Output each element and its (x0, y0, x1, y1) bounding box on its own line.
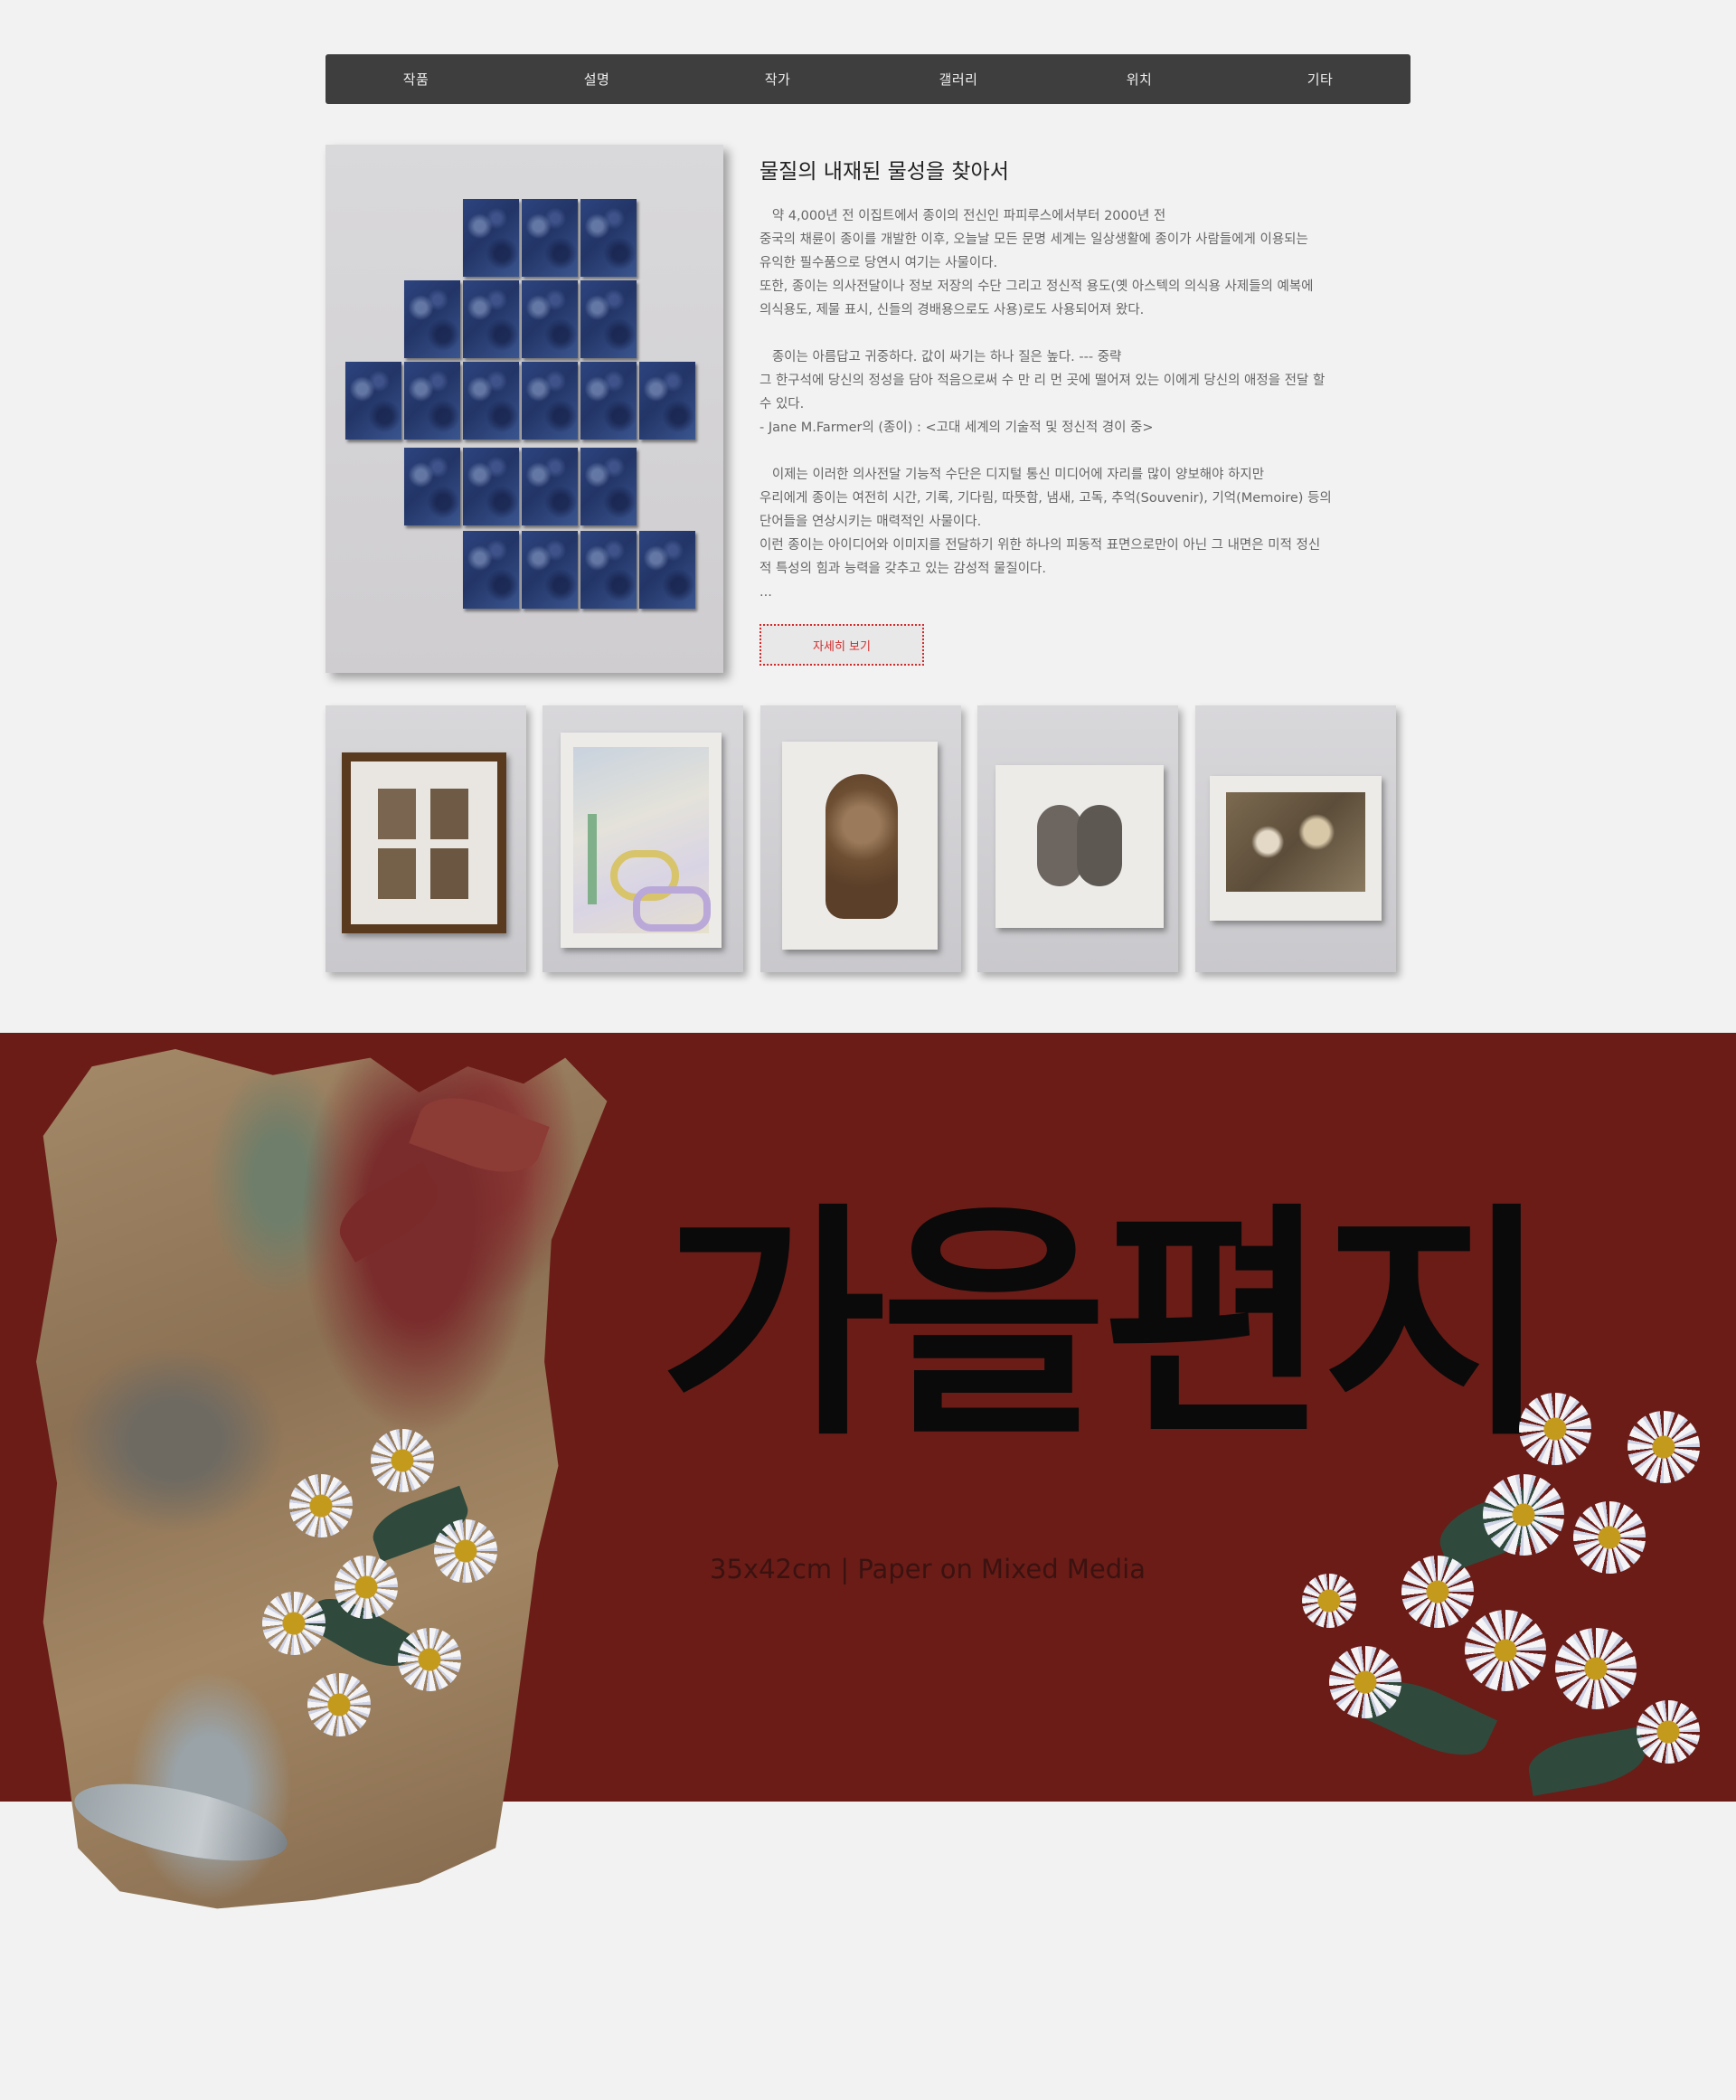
daisy-art (371, 1429, 434, 1492)
thumbnail-3[interactable] (760, 705, 961, 972)
artwork-tile (580, 362, 637, 440)
daisy-art (1637, 1700, 1700, 1764)
artwork-tile (580, 448, 637, 525)
description-line: 단어들을 연상시키는 매력적인 사물이다. (760, 515, 982, 529)
nav-item-gallery[interactable]: 갤러리 (868, 70, 1049, 89)
letter-art (588, 814, 597, 904)
feature-description: 약 4,000년 전 이집트에서 종이의 전신인 파피루스에서부터 2000년 … (760, 204, 1383, 604)
artwork-tile (404, 362, 460, 440)
thumbnail-4[interactable] (977, 705, 1178, 972)
description-line: 이제는 이러한 의사전달 기능적 수단은 디지털 통신 미디어에 자리를 많이 … (760, 468, 1265, 482)
maple-leaf-art (409, 1083, 550, 1187)
main-nav: 작품 설명 작가 갤러리 위치 기타 (326, 54, 1410, 104)
artwork-tile (580, 280, 637, 358)
description-line: 수 있다. (760, 397, 805, 411)
daisy-art (262, 1592, 326, 1655)
daisy-art (1555, 1628, 1637, 1709)
description-line: 그 한구석에 당신의 정성을 담아 적음으로써 수 만 리 먼 곳에 떨어져 있… (760, 374, 1326, 388)
banner-subtitle: 35x42cm | Paper on Mixed Media (710, 1554, 1146, 1584)
figure-art (1037, 805, 1082, 886)
letter-art (633, 886, 711, 932)
feature-title: 물질의 내재된 물성을 찾아서 (760, 160, 1009, 184)
artwork-tile (404, 448, 460, 525)
daisy-art (335, 1556, 398, 1619)
artwork-tile (463, 448, 519, 525)
canvas (1210, 776, 1382, 921)
canvas (782, 742, 938, 950)
description-line: - Jane M.Farmer의 (종이) : <고대 세계의 기술적 및 정신… (760, 421, 1154, 435)
daisy-art (1573, 1501, 1646, 1574)
daisy-art (1401, 1556, 1474, 1628)
description-line: 중국의 채륜이 종이를 개발한 이후, 오늘날 모든 문명 세계는 일상생활에 … (760, 232, 1308, 247)
description-line: 이런 종이는 아이디어와 이미지를 전달하기 위한 하나의 피동적 표면으로만이… (760, 538, 1321, 553)
description-line: 우리에게 종이는 여전히 시간, 기록, 기다림, 따뜻함, 냄새, 고독, 추… (760, 491, 1332, 506)
daisy-art (1329, 1646, 1401, 1718)
artwork-tile (522, 362, 578, 440)
artwork-tile (580, 531, 637, 609)
thumbnail-5[interactable] (1195, 705, 1396, 972)
description-line: 적 특성의 힘과 능력을 갖추고 있는 감성적 물질이다. (760, 562, 1047, 576)
nav-item-etc[interactable]: 기타 (1230, 70, 1410, 89)
daisy-art (289, 1474, 353, 1537)
description-line: 종이는 아름답고 귀중하다. 값이 싸기는 하나 질은 높다. --- 중략 (760, 350, 1122, 364)
daisy-art (398, 1628, 461, 1691)
canvas (561, 733, 722, 948)
nav-item-description[interactable]: 설명 (506, 70, 687, 89)
nav-item-works[interactable]: 작품 (326, 70, 506, 89)
panel-art (378, 789, 416, 839)
canvas (995, 765, 1164, 928)
fish-art (68, 1768, 294, 1877)
banner-flowers-artwork (1257, 1393, 1736, 1863)
view-more-button[interactable]: 자세히 보기 (760, 624, 924, 666)
panel-art (378, 848, 416, 899)
artwork-tile (580, 199, 637, 277)
daisy-art (1465, 1610, 1546, 1691)
nav-item-artist[interactable]: 작가 (687, 70, 868, 89)
description-line: 의식용도, 제물 표시, 신들의 경배용으로도 사용)로도 사용되어져 왔다. (760, 303, 1145, 317)
leaf-art (1524, 1726, 1649, 1796)
artwork-tile (522, 448, 578, 525)
thumbnail-1[interactable] (326, 705, 526, 972)
thumbnail-2[interactable] (542, 705, 743, 972)
daisy-art (1302, 1574, 1356, 1628)
daisy-art (1519, 1393, 1591, 1465)
daisy-art (434, 1519, 497, 1583)
artwork-tile (463, 362, 519, 440)
frame (342, 752, 506, 933)
figure-art (826, 774, 898, 919)
panel-art (430, 848, 468, 899)
artwork-tile (522, 199, 578, 277)
nav-item-location[interactable]: 위치 (1049, 70, 1230, 89)
daisy-art (1628, 1411, 1700, 1483)
artwork-tile (522, 531, 578, 609)
frame-mat (351, 761, 497, 924)
landscape-art (1226, 792, 1365, 892)
panel-art (430, 789, 468, 839)
artwork-tile (522, 280, 578, 358)
artwork-tile (345, 362, 401, 440)
artwork-tile (639, 531, 695, 609)
artwork-tile (463, 199, 519, 277)
description-line: 약 4,000년 전 이집트에서 종이의 전신인 파피루스에서부터 2000년 … (760, 209, 1166, 223)
daisy-art (307, 1673, 371, 1736)
feature-artwork-image[interactable] (326, 145, 723, 673)
description-line: ... (760, 585, 772, 600)
maple-leaf-art (328, 1161, 449, 1263)
artwork-thumbnails (326, 705, 1397, 972)
description-line: 또한, 종이는 의사전달이나 정보 저장의 수단 그리고 정신적 용도(옛 아스… (760, 279, 1314, 294)
daisy-art (1483, 1474, 1564, 1556)
artwork-tile (463, 280, 519, 358)
figure-art (1077, 805, 1122, 886)
description-line: 유익한 필수품으로 당연시 여기는 사물이다. (760, 256, 998, 270)
artwork-tile (404, 280, 460, 358)
artwork-tile (639, 362, 695, 440)
artwork-tile (463, 531, 519, 609)
